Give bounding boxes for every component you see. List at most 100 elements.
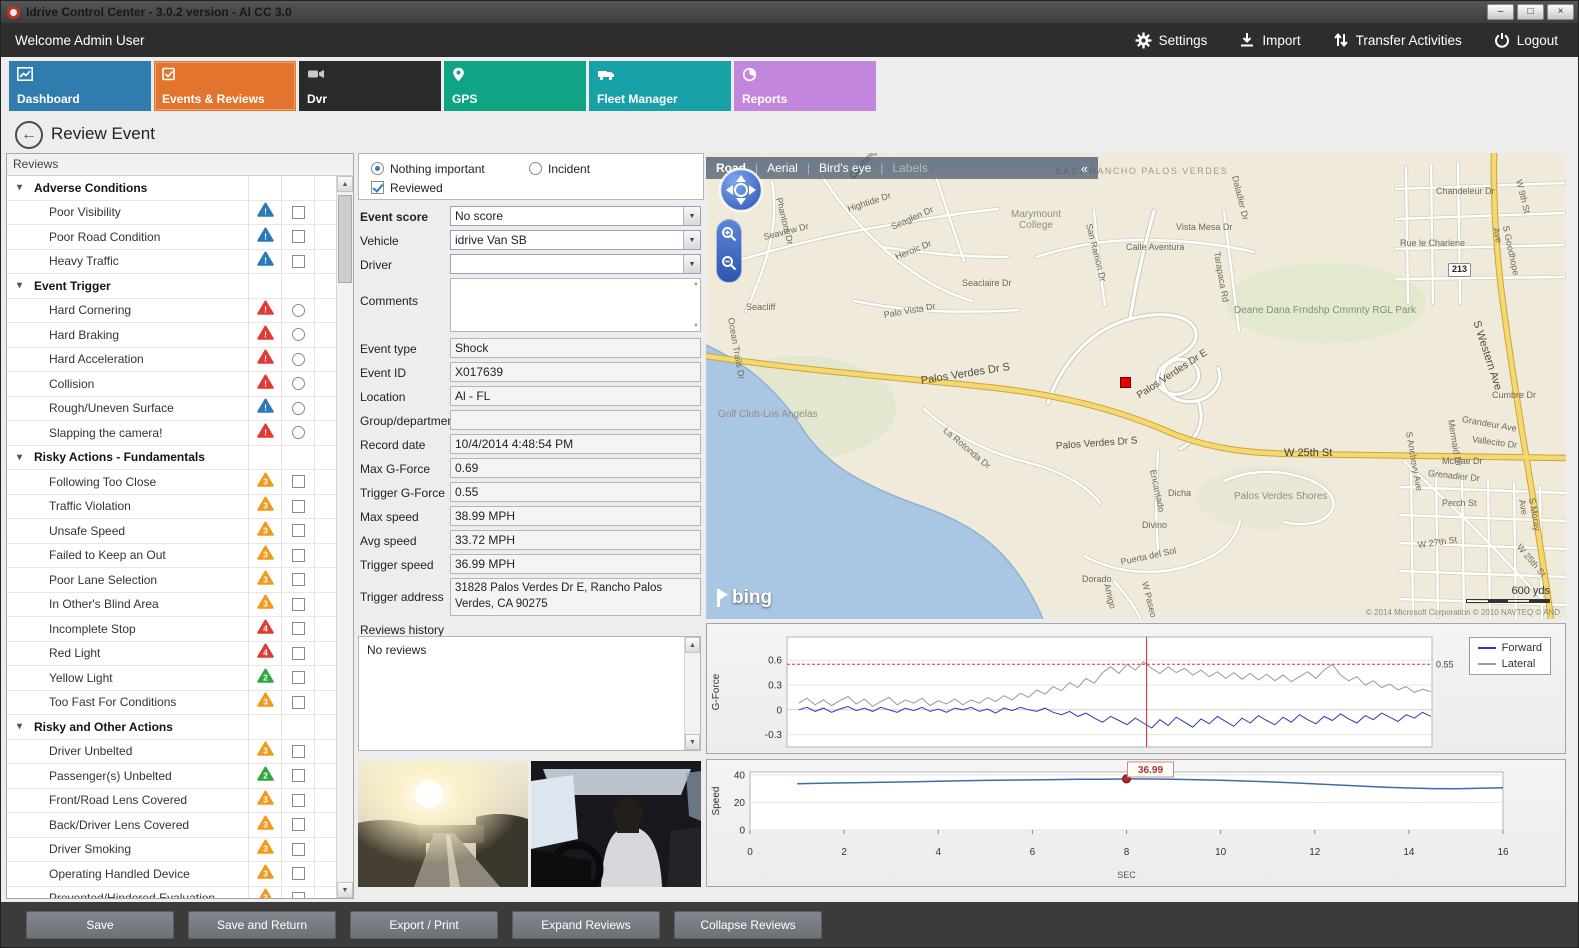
review-checkbox[interactable]: [292, 573, 305, 586]
review-item-row[interactable]: Hard Cornering!: [7, 299, 336, 324]
collapse-reviews-button[interactable]: Collapse Reviews: [674, 911, 822, 939]
event-type-field[interactable]: Shock: [450, 338, 701, 358]
back-button[interactable]: ←: [15, 121, 43, 149]
map-view-aerial[interactable]: Aerial: [767, 161, 798, 175]
review-radio[interactable]: [292, 426, 305, 439]
review-checkbox[interactable]: [292, 892, 305, 898]
map-view-bird-s-eye[interactable]: Bird's eye: [819, 161, 871, 175]
maximize-button[interactable]: □: [1517, 4, 1544, 20]
review-item-row[interactable]: Yellow Light2: [7, 666, 336, 691]
menu-item-logout[interactable]: Logout: [1494, 32, 1558, 48]
review-checkbox[interactable]: [292, 255, 305, 268]
review-checkbox[interactable]: [292, 769, 305, 782]
save-button[interactable]: Save: [26, 911, 174, 939]
collapse-arrow-icon[interactable]: ▾: [17, 280, 27, 291]
trigger-address-field[interactable]: 31828 Palos Verdes Dr E, Rancho Palos Ve…: [450, 578, 701, 616]
review-radio[interactable]: [292, 402, 305, 415]
review-checkbox[interactable]: [292, 475, 305, 488]
review-item-row[interactable]: Too Fast For Conditions3: [7, 691, 336, 716]
zoom-in-button[interactable]: [721, 226, 737, 247]
review-radio[interactable]: [292, 353, 305, 366]
scroll-up-icon[interactable]: ▲: [337, 176, 353, 192]
reviewed-checkbox[interactable]: [371, 181, 384, 194]
scroll-down-icon[interactable]: ▼: [337, 882, 353, 898]
group-department-field[interactable]: [450, 410, 701, 430]
review-item-row[interactable]: Passenger(s) Unbelted2: [7, 764, 336, 789]
collapse-arrow-icon[interactable]: ▾: [17, 182, 27, 193]
review-item-row[interactable]: Rough/Uneven Surface!: [7, 397, 336, 422]
review-item-row[interactable]: Failed to Keep an Out3: [7, 544, 336, 569]
location-field[interactable]: Al - FL: [450, 386, 701, 406]
review-item-row[interactable]: Collision!: [7, 372, 336, 397]
review-group-row[interactable]: ▾Event Trigger: [7, 274, 336, 299]
review-item-row[interactable]: Slapping the camera!!: [7, 421, 336, 446]
menu-item-import[interactable]: Import: [1239, 32, 1300, 48]
review-item-row[interactable]: Poor Road Condition!: [7, 225, 336, 250]
review-checkbox[interactable]: [292, 745, 305, 758]
export-print-button[interactable]: Export / Print: [350, 911, 498, 939]
review-checkbox[interactable]: [292, 622, 305, 635]
expand-reviews-button[interactable]: Expand Reviews: [512, 911, 660, 939]
nothing-important-radio[interactable]: [371, 162, 384, 175]
review-checkbox[interactable]: [292, 843, 305, 856]
review-checkbox[interactable]: [292, 524, 305, 537]
review-item-row[interactable]: Traffic Violation3: [7, 495, 336, 520]
save-and-return-button[interactable]: Save and Return: [188, 911, 336, 939]
menu-item-settings[interactable]: Settings: [1135, 32, 1208, 49]
chevron-down-icon[interactable]: ▼: [683, 207, 700, 225]
review-checkbox[interactable]: [292, 818, 305, 831]
review-item-row[interactable]: Front/Road Lens Covered3: [7, 789, 336, 814]
review-radio[interactable]: [292, 377, 305, 390]
max-speed-field[interactable]: 38.99 MPH: [450, 506, 701, 526]
reviews-scrollbar[interactable]: ▲ ▼: [336, 176, 353, 898]
scroll-down-icon[interactable]: ▼: [693, 323, 699, 329]
review-item-row[interactable]: Unsafe Speed3: [7, 519, 336, 544]
review-checkbox[interactable]: [292, 696, 305, 709]
review-checkbox[interactable]: [292, 206, 305, 219]
review-checkbox[interactable]: [292, 671, 305, 684]
record-date-field[interactable]: 10/4/2014 4:48:54 PM: [450, 434, 701, 454]
review-item-row[interactable]: Poor Visibility!: [7, 201, 336, 226]
review-group-row[interactable]: ▾Adverse Conditions: [7, 176, 336, 201]
minimize-button[interactable]: –: [1487, 4, 1514, 20]
history-scrollbar[interactable]: ▲ ▼: [684, 637, 700, 750]
trigger-g-force-field[interactable]: 0.55: [450, 482, 701, 502]
review-radio[interactable]: [292, 304, 305, 317]
map-collapse-button[interactable]: «: [1081, 161, 1088, 176]
scroll-up-icon[interactable]: ▲: [693, 281, 699, 287]
review-group-row[interactable]: ▾Risky and Other Actions: [7, 715, 336, 740]
review-item-row[interactable]: Driver Unbelted3: [7, 740, 336, 765]
scroll-down-icon[interactable]: ▼: [685, 734, 700, 750]
review-item-row[interactable]: In Other's Blind Area3: [7, 593, 336, 618]
map[interactable]: EAST RANCHO PALOS VERDESMarymount Colleg…: [706, 153, 1566, 619]
zoom-out-button[interactable]: [721, 255, 737, 276]
scroll-up-icon[interactable]: ▲: [685, 637, 700, 653]
menu-item-transfer-activities[interactable]: Transfer Activities: [1333, 32, 1462, 48]
review-checkbox[interactable]: [292, 230, 305, 243]
review-checkbox[interactable]: [292, 647, 305, 660]
tab-fleet-manager[interactable]: Fleet Manager: [589, 61, 731, 111]
review-item-row[interactable]: Incomplete Stop4: [7, 617, 336, 642]
tab-dashboard[interactable]: Dashboard: [9, 61, 151, 111]
cabin-camera-video[interactable]: [531, 761, 701, 887]
review-checkbox[interactable]: [292, 794, 305, 807]
review-item-row[interactable]: Prevented/Hindered Evaluation3: [7, 887, 336, 899]
event-score-select[interactable]: No score▼: [450, 206, 701, 226]
event-location-marker[interactable]: [1120, 377, 1131, 388]
tab-reports[interactable]: Reports: [734, 61, 876, 111]
front-camera-video[interactable]: [358, 761, 528, 887]
review-item-row[interactable]: Red Light4: [7, 642, 336, 667]
review-item-row[interactable]: Back/Driver Lens Covered3: [7, 813, 336, 838]
review-group-row[interactable]: ▾Risky Actions - Fundamentals: [7, 446, 336, 471]
collapse-arrow-icon[interactable]: ▾: [17, 721, 27, 732]
tab-gps[interactable]: GPS: [444, 61, 586, 111]
tab-dvr[interactable]: Dvr: [299, 61, 441, 111]
comments-textarea[interactable]: ▲▼: [450, 278, 701, 332]
review-item-row[interactable]: Operating Handled Device3: [7, 862, 336, 887]
reviews-history-list[interactable]: No reviews ▲ ▼: [358, 636, 701, 751]
review-checkbox[interactable]: [292, 867, 305, 880]
review-item-row[interactable]: Driver Smoking3: [7, 838, 336, 863]
review-item-row[interactable]: Hard Braking!: [7, 323, 336, 348]
chevron-down-icon[interactable]: ▼: [683, 255, 700, 273]
review-checkbox[interactable]: [292, 500, 305, 513]
